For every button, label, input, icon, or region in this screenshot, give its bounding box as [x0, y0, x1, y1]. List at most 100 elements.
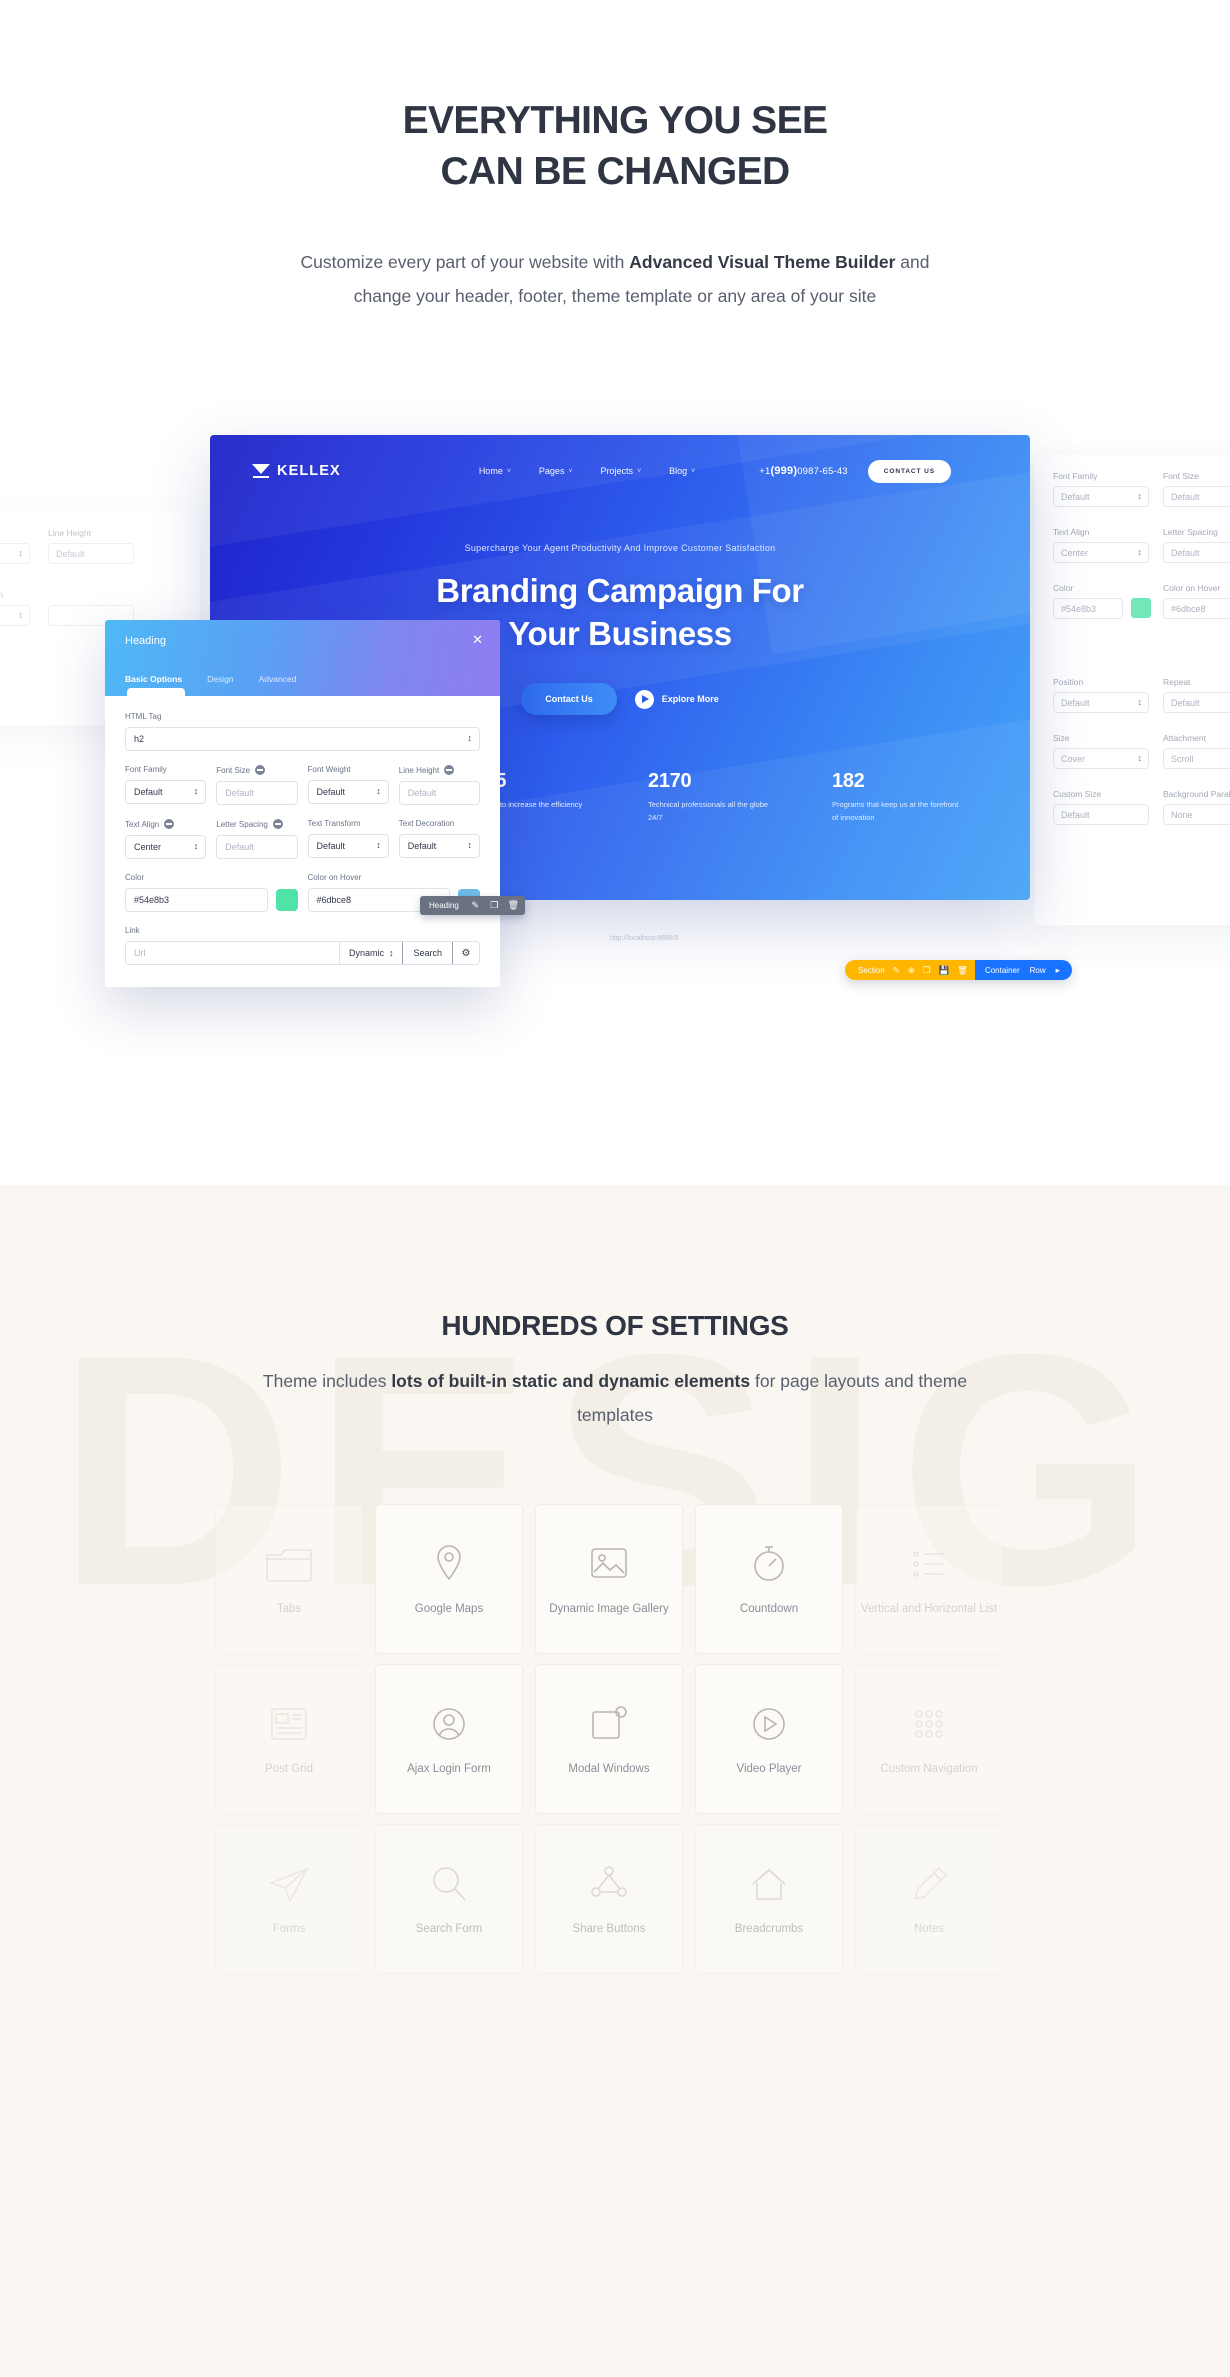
hero-contact-button[interactable]: Contact Us	[521, 683, 617, 715]
feature-label: Forms	[272, 1922, 306, 1935]
ghost-right-field-11: None	[1163, 804, 1230, 825]
nav-label-blog: Blog	[669, 466, 688, 476]
ghost-right-field-2: Center	[1053, 542, 1149, 563]
feature-label: Custom Navigation	[880, 1762, 978, 1775]
minus-circle-icon[interactable]	[164, 819, 175, 829]
user-circle-icon	[423, 1701, 475, 1747]
link-dynamic-select[interactable]: Dynamic ↕	[338, 942, 403, 964]
minus-circle-icon[interactable]	[444, 765, 455, 775]
typography-row-1: Font Family Default Font Size Default Fo…	[125, 765, 480, 805]
nav-item-pages[interactable]: Pages ˅	[539, 466, 573, 476]
ghost-right-swatch-color	[1131, 598, 1151, 618]
html-tag-label: HTML Tag	[125, 712, 162, 721]
feature-card-post-grid[interactable]: Post Grid	[215, 1664, 363, 1814]
text-decoration-label: Text Decoration	[398, 819, 455, 828]
ghost-right-field-9: Scroll	[1163, 748, 1230, 769]
save-icon[interactable]: 💾	[939, 966, 950, 975]
feature-card-modal-windows[interactable]: Modal Windows	[535, 1664, 683, 1814]
duplicate-icon[interactable]: ❐	[485, 896, 504, 915]
tabs-icon	[263, 1541, 315, 1587]
ghost-right-label-9: Attachment	[1163, 733, 1206, 743]
link-url-input[interactable]: Url	[126, 942, 339, 964]
feature-label: Post Grid	[265, 1762, 313, 1775]
color-input[interactable]: #54e8b3	[125, 888, 268, 912]
tab-basic-options[interactable]: Basic Options	[125, 674, 182, 684]
add-circle-icon[interactable]: ⊕	[908, 966, 915, 975]
line-height-input[interactable]: Default	[398, 781, 480, 805]
image-icon	[583, 1541, 635, 1587]
ghost-right-label-0: Font Family	[1053, 471, 1098, 481]
nav-label-projects: Projects	[600, 466, 634, 476]
text-transform-label: Text Transform	[307, 819, 361, 828]
trash-icon[interactable]: 🗑	[957, 966, 968, 975]
nav-item-projects[interactable]: Projects ˅	[601, 466, 642, 476]
container-badge-label[interactable]: Container	[985, 966, 1020, 975]
hero-explore-button[interactable]: Explore More	[634, 689, 719, 709]
edit-pencil-icon[interactable]: ✎	[466, 896, 485, 915]
ghost-right-label-3: Letter Spacing	[1163, 527, 1218, 537]
nav-item-blog[interactable]: Blog ˅	[669, 466, 695, 476]
section-two-subtitle: Theme includes lots of built-in static a…	[255, 1364, 975, 1432]
feature-card-google-maps[interactable]: Google Maps	[375, 1504, 523, 1654]
post-grid-icon	[263, 1701, 315, 1747]
feature-card-video-player[interactable]: Video Player	[695, 1664, 843, 1814]
feature-card-search-form[interactable]: Search Form	[375, 1824, 523, 1974]
html-tag-select[interactable]: h2	[125, 727, 480, 751]
hero-kicker: Supercharge Your Agent Productivity And …	[464, 543, 776, 553]
edit-pencil-icon[interactable]: ✎	[893, 966, 900, 975]
ghost-right-field-10: Default	[1053, 804, 1149, 825]
close-icon[interactable]: ✕	[472, 633, 483, 646]
font-family-select[interactable]: Default	[125, 780, 207, 804]
feature-card-image-gallery[interactable]: Dynamic Image Gallery	[535, 1504, 683, 1654]
minus-circle-icon[interactable]	[255, 765, 266, 775]
text-transform-select[interactable]: Default	[307, 834, 389, 858]
text-align-select[interactable]: Center	[125, 835, 207, 859]
ghost-right-field-7: Default	[1163, 692, 1230, 713]
feature-card-custom-navigation[interactable]: Custom Navigation	[855, 1664, 1003, 1814]
text-decoration-select[interactable]: Default	[398, 834, 480, 858]
feature-card-breadcrumbs[interactable]: Breadcrumbs	[695, 1824, 843, 1974]
section-two-subtitle-pre: Theme includes	[262, 1371, 392, 1391]
brand-logo[interactable]: KELLEX	[252, 463, 341, 479]
gear-icon[interactable]: ⚙	[453, 942, 479, 964]
feature-card-forms[interactable]: Forms	[215, 1824, 363, 1974]
letter-spacing-label: Letter Spacing	[216, 819, 297, 829]
minus-circle-icon[interactable]	[272, 819, 283, 829]
font-size-input[interactable]: Default	[216, 781, 298, 805]
color-swatch[interactable]	[275, 889, 298, 911]
link-search-button[interactable]: Search	[402, 942, 453, 964]
font-weight-label: Font Weight	[307, 765, 351, 774]
tab-advanced[interactable]: Advanced	[259, 674, 297, 684]
hero-title-line-2: Your Business	[508, 615, 732, 652]
chevron-right-icon[interactable]: ▸	[1056, 966, 1060, 975]
stat-text: Programs that keep us at the forefront o…	[832, 800, 959, 822]
nav-item-home[interactable]: Home ˅	[479, 466, 511, 476]
text-align-label: Text Align	[125, 819, 206, 829]
paper-plane-icon	[263, 1861, 315, 1907]
row-badge-label[interactable]: Row	[1030, 966, 1046, 975]
feature-label: Google Maps	[414, 1602, 484, 1615]
feature-card-ajax-login[interactable]: Ajax Login Form	[375, 1664, 523, 1814]
font-weight-select[interactable]: Default	[307, 780, 389, 804]
modal-icon	[583, 1701, 635, 1747]
feature-card-share-buttons[interactable]: Share Buttons	[535, 1824, 683, 1974]
link-label: Link	[125, 926, 140, 935]
feature-card-tabs[interactable]: Tabs	[215, 1504, 363, 1654]
ghost-right-field-4: #54e8b3	[1053, 598, 1123, 619]
trash-icon[interactable]: 🗑	[504, 896, 523, 915]
ghost-left-field-2: Default	[0, 605, 30, 626]
font-family-label: Font Family	[125, 765, 167, 774]
ghost-right-label-5: Color on Hover	[1163, 583, 1221, 593]
feature-card-notes[interactable]: Notes	[855, 1824, 1003, 1974]
duplicate-icon[interactable]: ❐	[923, 966, 931, 975]
feature-label: Search Form	[415, 1922, 483, 1935]
contact-us-nav-button[interactable]: CONTACT US	[867, 459, 951, 483]
tab-design[interactable]: Design	[207, 674, 233, 684]
hero-phone[interactable]: +1(999)0987-65-43	[759, 465, 848, 477]
feature-card-countdown[interactable]: Countdown	[695, 1504, 843, 1654]
ghost-right-label-7: Repeat	[1163, 677, 1191, 687]
feature-card-lists[interactable]: Vertical and Horizontal List	[855, 1504, 1003, 1654]
feature-label: Video Player	[736, 1762, 802, 1775]
letter-spacing-input[interactable]: Default	[216, 835, 298, 859]
color-hover-label: Color on Hover	[307, 873, 362, 882]
